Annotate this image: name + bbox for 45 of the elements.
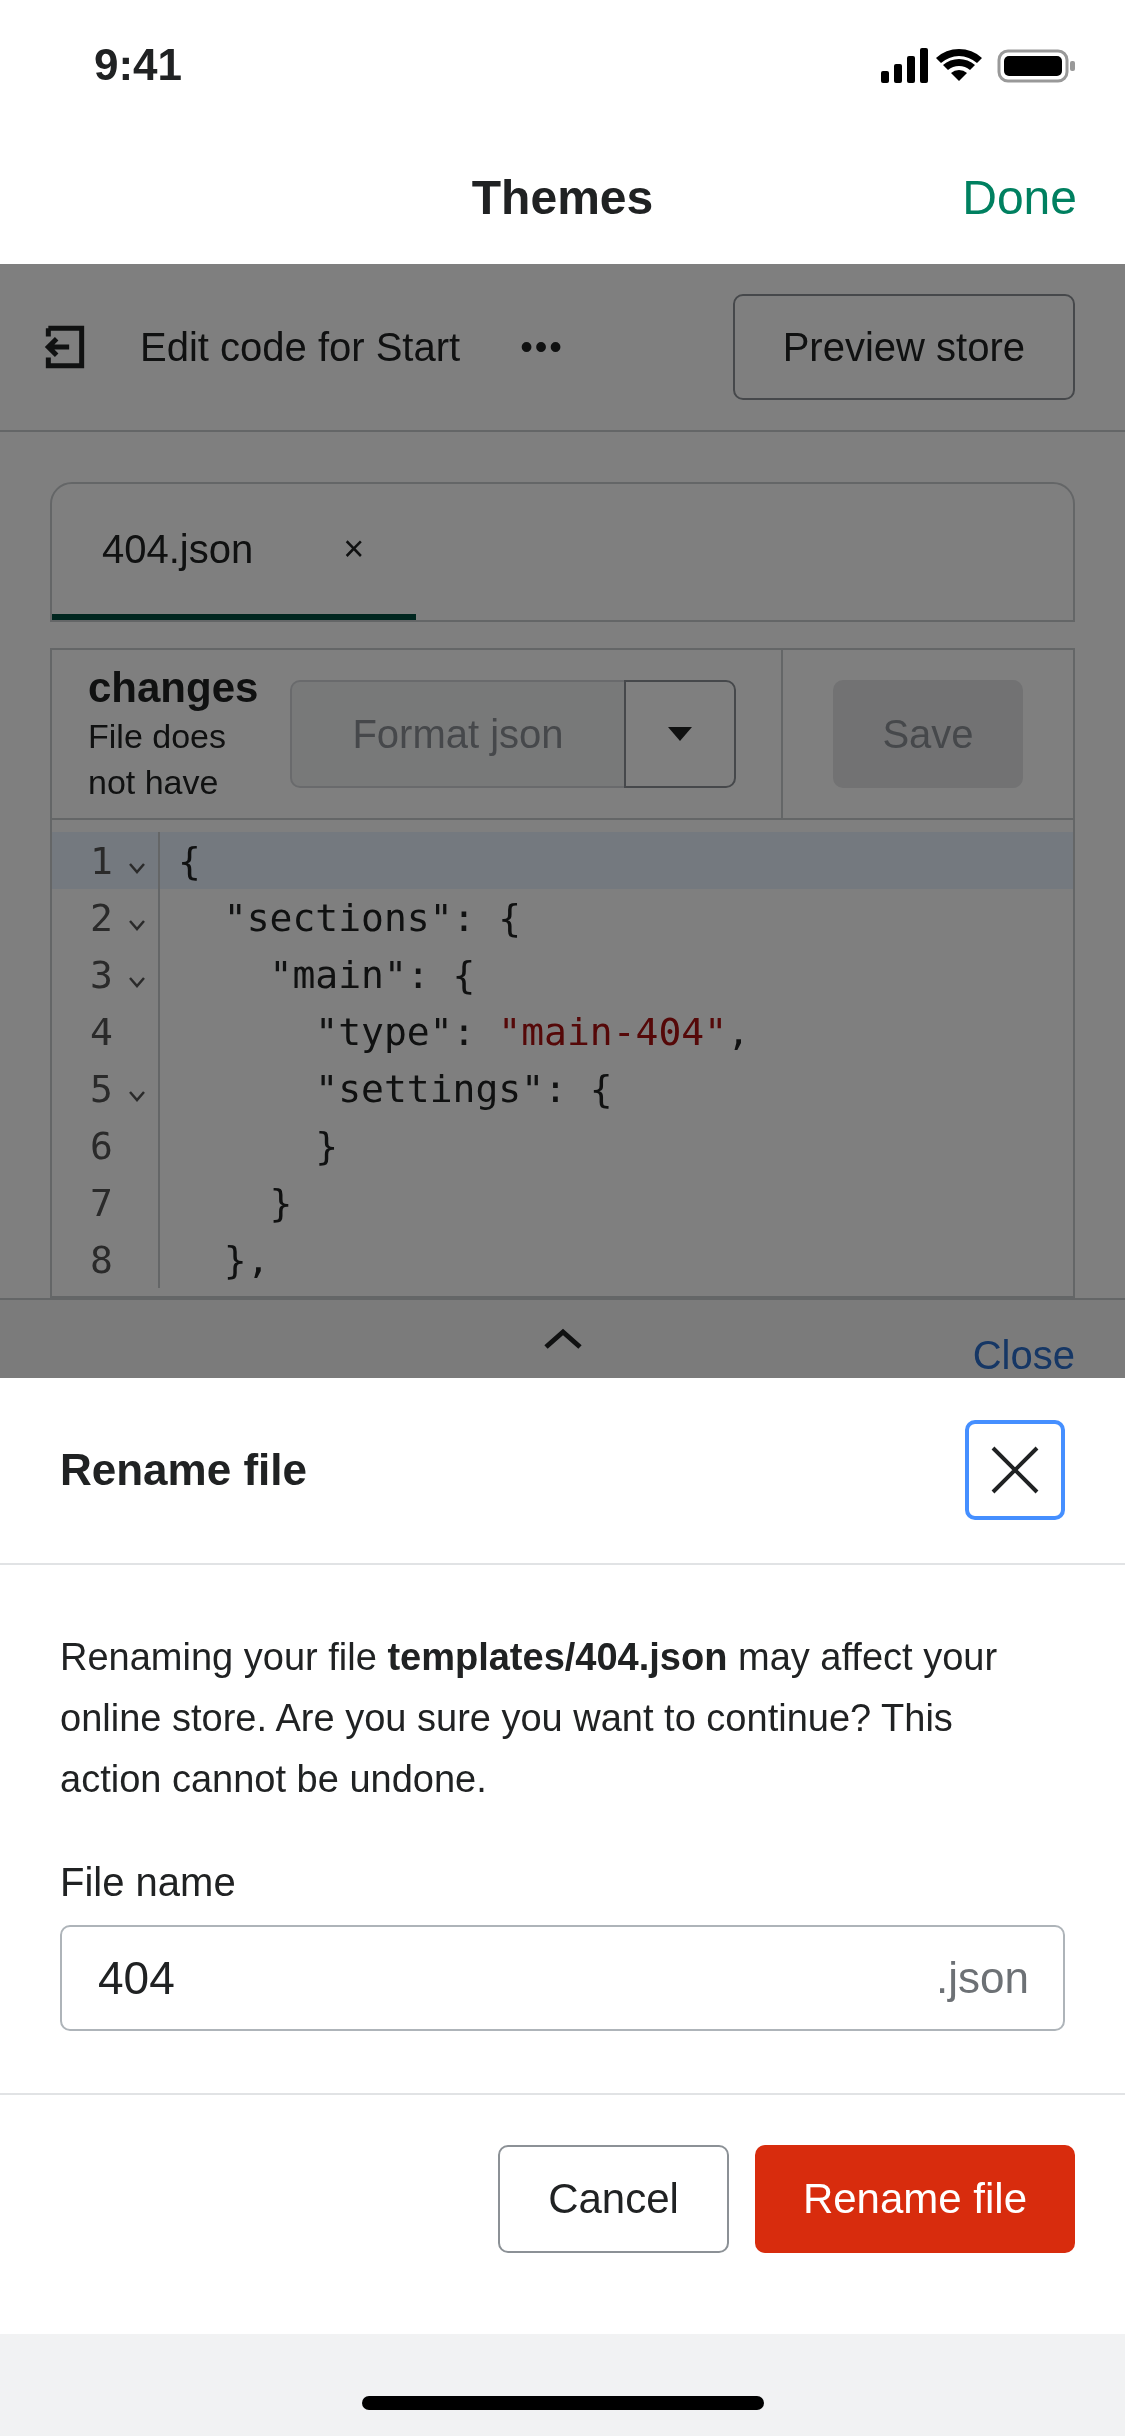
code-line: }, [222,1237,270,1282]
rename-button[interactable]: Rename file [754,2144,1075,2253]
line-number: 2 [90,895,114,940]
tab-close-button[interactable]: × [343,528,365,570]
modal-message: Renaming your file templates/404.json may affect your online store. Are you sure you want to continue? This action cannot be undone. [60,1634,999,1802]
chevron-up-icon[interactable] [542,1328,583,1350]
dropdown-button[interactable] [624,680,736,788]
status-note: File does not have [88,716,227,803]
line-number: 1 [90,838,114,883]
preview-store-button[interactable]: Preview store [732,294,1075,400]
line-number: 3 [90,952,114,997]
close-icon [990,1445,1040,1496]
code-line: "type": "main-404", [314,1009,750,1054]
line-number: 6 [90,1123,114,1168]
field-label: File name [60,1859,237,1905]
tab-label: 404.json [102,526,254,572]
code-line: "settings": { [314,1066,613,1111]
code-line: { [177,838,201,883]
modal-title: Rename file [60,1445,307,1496]
battery-icon [997,49,1075,83]
page-title: Themes [471,169,654,225]
close-button[interactable] [965,1420,1065,1521]
code-line: } [314,1123,339,1168]
fold-chevron-icon[interactable] [128,1089,146,1102]
code-line: "main": { [268,952,476,997]
line-number: 5 [90,1066,114,1111]
fold-chevron-icon[interactable] [128,861,146,874]
close-link[interactable]: Close [972,1332,1075,1378]
more-button[interactable]: ••• [520,326,564,368]
signal-icon [881,48,928,83]
status-time: 9:41 [94,40,183,90]
line-number: 4 [90,1009,114,1054]
wifi-icon [936,49,982,81]
fold-chevron-icon[interactable] [128,918,146,931]
done-link[interactable]: Done [962,169,1077,225]
line-number: 7 [90,1180,114,1225]
caret-icon [668,727,692,741]
line-number: 8 [90,1237,114,1282]
status-heading: changes [88,663,260,713]
code-line: } [268,1180,293,1225]
toolbar-title: Edit code for Start [140,324,461,370]
code-line: "sections": { [222,895,522,940]
fold-chevron-icon[interactable] [128,975,146,988]
cancel-button[interactable]: Cancel [498,2144,729,2253]
field-suffix: .json [936,1952,1029,2003]
